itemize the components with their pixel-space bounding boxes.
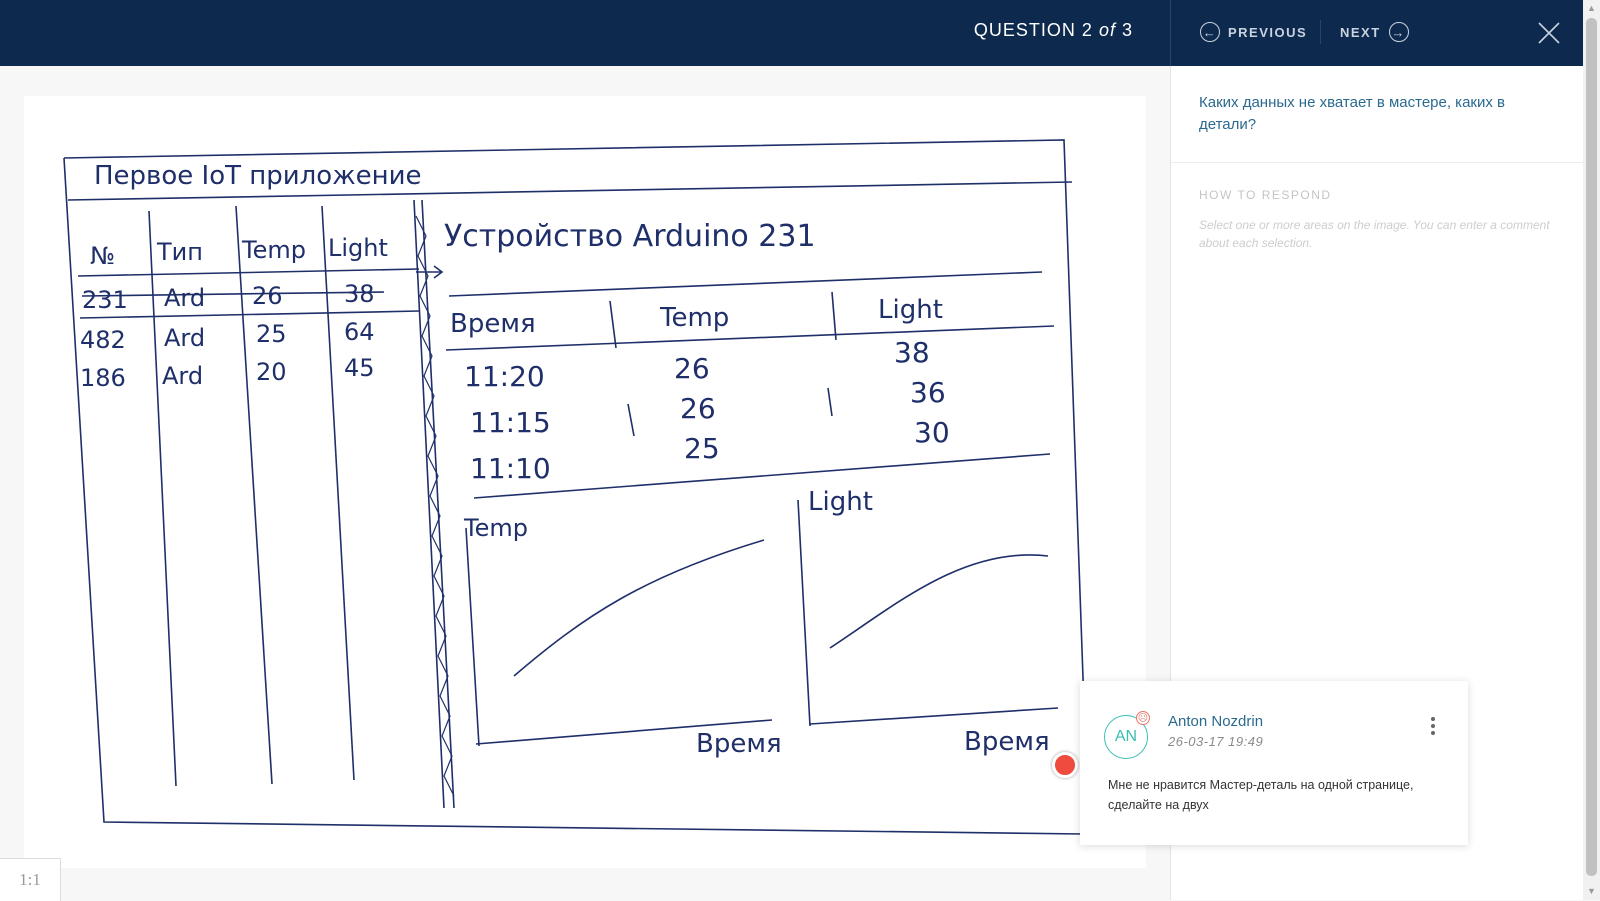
list-cell: 38 (344, 280, 375, 308)
detail-cell: 26 (680, 392, 716, 425)
list-header-line (77, 268, 420, 277)
temp-chart-line (513, 539, 765, 677)
list-header-light: Light (328, 234, 388, 262)
light-chart-x-axis (809, 707, 1059, 725)
question-text: Каких данных не хватает в мастере, каких… (1199, 94, 1505, 133)
detail-cell: 11:10 (470, 452, 551, 485)
list-cell: 231 (82, 286, 128, 314)
detail-title: Устройство Arduino 231 (444, 219, 816, 254)
close-icon (1538, 22, 1560, 44)
list-row-line (79, 310, 420, 319)
temp-chart-xlabel: Время (696, 729, 782, 759)
list-cell: 482 (80, 326, 126, 354)
list-cell: 25 (256, 320, 287, 348)
scroll-thumb[interactable] (1586, 18, 1597, 876)
panel-divider (1171, 162, 1584, 163)
sketch-drawing: Первое IoT приложение № Тип Temp Light 2… (63, 139, 1085, 835)
detail-title-line (448, 271, 1043, 297)
detail-col-line (831, 291, 837, 341)
next-label: NEXT (1340, 24, 1381, 40)
detail-cell: 38 (894, 336, 930, 369)
more-options-icon[interactable] (1428, 717, 1438, 741)
list-cell: 26 (252, 282, 283, 310)
light-chart-ylabel: Light (808, 487, 873, 517)
light-chart-line (829, 554, 1049, 649)
light-chart-xlabel: Время (964, 727, 1050, 757)
detail-cell: 11:20 (464, 360, 545, 393)
detail-cell: 30 (914, 416, 950, 449)
detail-header-time: Время (450, 309, 536, 339)
list-cell: 20 (256, 358, 287, 386)
temp-chart-y-axis (465, 527, 480, 747)
scroll-down-icon[interactable]: ▼ (1583, 883, 1600, 900)
list-cell: Ard (162, 362, 203, 390)
zoom-level[interactable]: 1:1 (0, 858, 61, 901)
scroll-up-icon[interactable]: ▲ (1583, 0, 1600, 17)
list-cell: 186 (80, 364, 126, 392)
comment-author: Anton Nozdrin (1168, 713, 1264, 730)
next-button[interactable]: NEXT → (1340, 20, 1409, 44)
nav-divider (1170, 0, 1171, 66)
detail-header-temp: Temp (659, 303, 729, 333)
comment-timestamp: 26-03-17 19:49 (1168, 734, 1264, 749)
detail-header-light: Light (878, 295, 943, 325)
close-button[interactable] (1534, 18, 1564, 48)
detail-cell: 11:15 (470, 406, 551, 439)
light-chart-y-axis (797, 499, 811, 727)
temp-chart-ylabel: Temp (463, 514, 528, 542)
comment-marker[interactable] (1052, 752, 1078, 778)
arrow-left-icon: ← (1200, 22, 1220, 42)
detail-col-line (609, 300, 617, 349)
comment-text: Мне не нравится Мастер-деталь на одной с… (1108, 778, 1414, 812)
detail-cell: 26 (674, 352, 710, 385)
list-header-num: № (90, 242, 115, 270)
previous-button[interactable]: ← PREVIOUS (1200, 20, 1307, 44)
detail-col-mark (627, 403, 635, 437)
list-cell: Ard (164, 284, 205, 312)
list-header-temp: Temp (241, 236, 306, 264)
image-canvas[interactable]: Первое IoT приложение № Тип Temp Light 2… (0, 66, 1170, 900)
sketch-image[interactable]: Первое IoT приложение № Тип Temp Light 2… (24, 96, 1146, 868)
comment-card: AN ☹ Anton Nozdrin 26-03-17 19:49 Мне не… (1080, 681, 1468, 845)
how-to-respond-title: HOW TO RESPOND (1199, 188, 1332, 202)
sad-face-icon: ☹ (1136, 711, 1150, 725)
previous-label: PREVIOUS (1228, 24, 1308, 40)
list-cell: 64 (344, 318, 375, 346)
list-cell: Ard (164, 324, 205, 352)
detail-cell: 25 (684, 432, 720, 465)
detail-col-mark (827, 387, 833, 417)
detail-header-line (445, 325, 1055, 351)
splitter-line (413, 199, 445, 809)
detail-table-bottom (473, 453, 1051, 499)
scrollbar[interactable]: ▲ ▼ (1583, 0, 1600, 900)
how-to-respond-text: Select one or more areas on the image. Y… (1199, 218, 1550, 250)
nav-separator (1320, 20, 1321, 44)
list-header-type: Тип (156, 238, 203, 266)
arrow-right-icon: → (1388, 22, 1409, 42)
top-bar: QUESTION 2 of 3 ← PREVIOUS NEXT → (0, 0, 1583, 66)
question-counter: QUESTION 2 of 3 (973, 20, 1133, 40)
sketch-title: Первое IoT приложение (94, 161, 422, 191)
list-cell: 45 (344, 354, 375, 382)
detail-cell: 36 (910, 376, 946, 409)
